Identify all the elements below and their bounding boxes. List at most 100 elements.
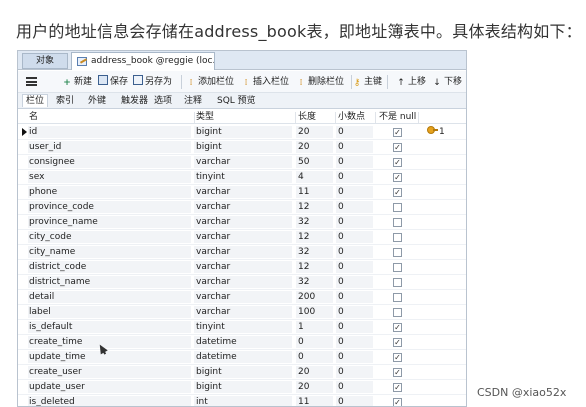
field-type-cell[interactable]: varchar	[196, 305, 230, 319]
field-row[interactable]: update_user bigint 20 0 ✓	[18, 380, 466, 395]
field-length-cell[interactable]: 11	[298, 185, 309, 199]
subtab-fields[interactable]: 栏位	[22, 94, 49, 107]
field-type-cell[interactable]: tinyint	[196, 170, 225, 184]
not-null-checkbox[interactable]: ✓	[393, 128, 402, 137]
field-length-cell[interactable]: 4	[298, 170, 304, 184]
not-null-checkbox[interactable]	[393, 263, 402, 272]
field-decimals-cell[interactable]: 0	[338, 155, 344, 169]
field-decimals-cell[interactable]: 0	[338, 335, 344, 349]
field-name-cell[interactable]: province_code	[29, 200, 94, 214]
field-length-cell[interactable]: 12	[298, 200, 309, 214]
not-null-checkbox[interactable]	[393, 308, 402, 317]
field-name-cell[interactable]: is_deleted	[29, 395, 75, 406]
field-row[interactable]: city_name varchar 32 0	[18, 245, 466, 260]
field-length-cell[interactable]: 32	[298, 215, 309, 229]
field-decimals-cell[interactable]: 0	[338, 185, 344, 199]
not-null-checkbox[interactable]: ✓	[393, 173, 402, 182]
subtab-indexes[interactable]: 索引	[56, 95, 74, 108]
new-button[interactable]: + 新建	[62, 75, 92, 89]
field-decimals-cell[interactable]: 0	[338, 365, 344, 379]
field-row[interactable]: province_code varchar 12 0	[18, 200, 466, 215]
field-row[interactable]: label varchar 100 0	[18, 305, 466, 320]
field-name-cell[interactable]: province_name	[29, 215, 98, 229]
field-type-cell[interactable]: datetime	[196, 335, 237, 349]
field-length-cell[interactable]: 200	[298, 290, 315, 304]
field-type-cell[interactable]: varchar	[196, 245, 230, 259]
field-type-cell[interactable]: varchar	[196, 200, 230, 214]
field-decimals-cell[interactable]: 0	[338, 380, 344, 394]
not-null-checkbox[interactable]: ✓	[393, 353, 402, 362]
field-length-cell[interactable]: 20	[298, 380, 309, 394]
field-length-cell[interactable]: 32	[298, 275, 309, 289]
field-decimals-cell[interactable]: 0	[338, 125, 344, 139]
primary-key-button[interactable]: ⚷ 主键	[352, 75, 382, 89]
field-length-cell[interactable]: 20	[298, 125, 309, 139]
field-decimals-cell[interactable]: 0	[338, 275, 344, 289]
field-name-cell[interactable]: district_name	[29, 275, 90, 289]
subtab-options[interactable]: 选项	[154, 95, 172, 108]
field-decimals-cell[interactable]: 0	[338, 350, 344, 364]
tab-objects[interactable]: 对象	[22, 53, 68, 69]
field-length-cell[interactable]: 12	[298, 260, 309, 274]
field-type-cell[interactable]: datetime	[196, 350, 237, 364]
not-null-checkbox[interactable]	[393, 218, 402, 227]
field-row[interactable]: detail varchar 200 0	[18, 290, 466, 305]
field-length-cell[interactable]: 11	[298, 395, 309, 406]
not-null-checkbox[interactable]: ✓	[393, 158, 402, 167]
field-length-cell[interactable]: 32	[298, 245, 309, 259]
field-row[interactable]: city_code varchar 12 0	[18, 230, 466, 245]
field-decimals-cell[interactable]: 0	[338, 170, 344, 184]
field-row[interactable]: create_time datetime 0 0 ✓	[18, 335, 466, 350]
field-length-cell[interactable]: 20	[298, 365, 309, 379]
not-null-checkbox[interactable]: ✓	[393, 383, 402, 392]
field-decimals-cell[interactable]: 0	[338, 230, 344, 244]
not-null-checkbox[interactable]	[393, 248, 402, 257]
subtab-comments[interactable]: 注释	[184, 95, 202, 108]
field-decimals-cell[interactable]: 0	[338, 200, 344, 214]
field-row[interactable]: is_default tinyint 1 0 ✓	[18, 320, 466, 335]
field-type-cell[interactable]: varchar	[196, 275, 230, 289]
field-row[interactable]: update_time datetime 0 0 ✓	[18, 350, 466, 365]
field-decimals-cell[interactable]: 0	[338, 395, 344, 406]
field-name-cell[interactable]: sex	[29, 170, 44, 184]
not-null-checkbox[interactable]	[393, 203, 402, 212]
field-type-cell[interactable]: bigint	[196, 380, 222, 394]
field-name-cell[interactable]: id	[29, 125, 37, 139]
not-null-checkbox[interactable]: ✓	[393, 188, 402, 197]
not-null-checkbox[interactable]: ✓	[393, 398, 402, 406]
field-name-cell[interactable]: label	[29, 305, 51, 319]
field-row[interactable]: sex tinyint 4 0 ✓	[18, 170, 466, 185]
field-type-cell[interactable]: bigint	[196, 140, 222, 154]
field-type-cell[interactable]: varchar	[196, 290, 230, 304]
field-type-cell[interactable]: varchar	[196, 185, 230, 199]
header-name[interactable]: 名	[29, 111, 38, 124]
field-decimals-cell[interactable]: 0	[338, 140, 344, 154]
field-row[interactable]: district_code varchar 12 0	[18, 260, 466, 275]
field-row[interactable]: province_name varchar 32 0	[18, 215, 466, 230]
field-length-cell[interactable]: 20	[298, 140, 309, 154]
move-down-button[interactable]: ↓ 下移	[432, 75, 462, 89]
header-decimals[interactable]: 小数点	[338, 111, 365, 124]
field-type-cell[interactable]: tinyint	[196, 320, 225, 334]
field-type-cell[interactable]: int	[196, 395, 208, 406]
insert-field-button[interactable]: ⁞ 插入栏位	[241, 75, 289, 89]
header-type[interactable]: 类型	[196, 111, 214, 124]
field-name-cell[interactable]: create_time	[29, 335, 82, 349]
save-as-button[interactable]: 另存为	[133, 75, 172, 89]
field-length-cell[interactable]: 100	[298, 305, 315, 319]
field-type-cell[interactable]: varchar	[196, 260, 230, 274]
field-decimals-cell[interactable]: 0	[338, 215, 344, 229]
field-name-cell[interactable]: update_time	[29, 350, 86, 364]
not-null-checkbox[interactable]	[393, 233, 402, 242]
subtab-foreign-keys[interactable]: 外键	[88, 95, 106, 108]
field-name-cell[interactable]: is_default	[29, 320, 72, 334]
field-decimals-cell[interactable]: 0	[338, 245, 344, 259]
field-type-cell[interactable]: varchar	[196, 215, 230, 229]
not-null-checkbox[interactable]: ✓	[393, 338, 402, 347]
not-null-checkbox[interactable]: ✓	[393, 368, 402, 377]
field-type-cell[interactable]: bigint	[196, 125, 222, 139]
field-length-cell[interactable]: 50	[298, 155, 309, 169]
menu-icon[interactable]	[26, 77, 37, 86]
not-null-checkbox[interactable]	[393, 293, 402, 302]
header-not-null[interactable]: 不是 null	[379, 111, 416, 124]
